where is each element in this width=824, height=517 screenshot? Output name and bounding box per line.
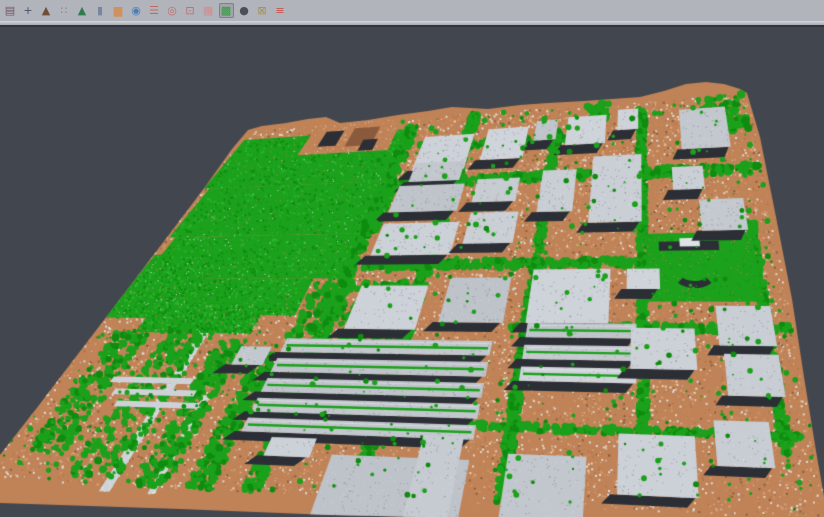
contours-icon[interactable]: ☰ <box>147 3 162 18</box>
sphere-render-icon[interactable]: ● <box>237 3 252 18</box>
tin-surface-icon[interactable]: ▲ <box>75 3 90 18</box>
profile-view-icon[interactable]: ▮ <box>93 3 108 18</box>
viewport-3d-point-cloud[interactable] <box>0 27 824 517</box>
terrain-dem-icon[interactable]: ▲ <box>39 3 54 18</box>
points-icon[interactable]: ∷ <box>57 3 72 18</box>
toolbar: ▤+▲∷▲▮▆◉☰◎⊡▦▩●⊠≡ <box>0 0 824 21</box>
classification-color-icon[interactable]: ▩ <box>219 3 234 18</box>
open-file-icon[interactable]: ▤ <box>3 3 18 18</box>
grid-icon[interactable]: ▦ <box>201 3 216 18</box>
pan-move-icon[interactable]: + <box>21 3 36 18</box>
ortho-view-icon[interactable]: ▆ <box>111 3 126 18</box>
application-window: ▤+▲∷▲▮▆◉☰◎⊡▦▩●⊠≡ <box>0 0 824 517</box>
target-center-icon[interactable]: ◎ <box>165 3 180 18</box>
zoom-extent-icon[interactable]: ⊡ <box>183 3 198 18</box>
globe-3d-icon[interactable]: ◉ <box>129 3 144 18</box>
measure-icon[interactable]: ⊠ <box>255 3 270 18</box>
viewport-container <box>0 27 824 517</box>
layers-icon[interactable]: ≡ <box>273 3 288 18</box>
